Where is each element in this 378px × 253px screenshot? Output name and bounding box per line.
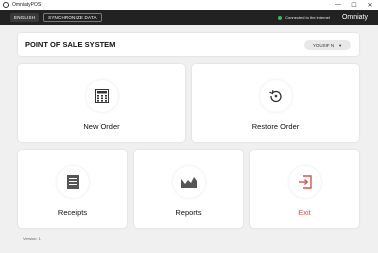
window-controls: — ☐ ✕ — [330, 0, 378, 10]
new-order-tile[interactable]: New Order — [18, 64, 185, 142]
window-title-bar: OmniatyPOS — ☐ ✕ — [0, 0, 378, 10]
version-text: Version: 1 — [23, 236, 41, 241]
maximize-button[interactable]: ☐ — [346, 0, 362, 10]
app-icon — [3, 2, 9, 8]
reports-label: Reports — [175, 208, 202, 217]
exit-icon — [298, 175, 312, 189]
user-dropdown[interactable]: YOUSIF N ▼ — [304, 40, 351, 50]
restore-order-label: Restore Order — [251, 122, 300, 131]
reports-tile[interactable]: Reports — [134, 150, 243, 228]
minimize-button[interactable]: — — [330, 0, 346, 10]
app-header: ENGLISH SYNCHRONIZE DATA Connected to th… — [0, 10, 378, 25]
page-header: POINT OF SALE SYSTEM YOUSIF N ▼ — [18, 33, 359, 56]
user-name: YOUSIF N — [312, 42, 335, 48]
status-dot-icon — [278, 15, 283, 20]
connection-status: Connected to the internet — [278, 10, 330, 25]
exit-label: Exit — [298, 208, 311, 217]
receipts-icon-circle — [56, 166, 89, 198]
language-button[interactable]: ENGLISH — [10, 13, 40, 22]
receipts-tile[interactable]: Receipts — [18, 150, 127, 228]
brand-logo: Omniaty — [341, 14, 368, 21]
restore-icon — [268, 90, 282, 103]
synchronize-data-button[interactable]: SYNCHRONIZE DATA — [43, 13, 102, 22]
page-title: POINT OF SALE SYSTEM — [25, 40, 116, 49]
window-title: OmniatyPOS — [12, 2, 42, 8]
exit-icon-circle — [288, 166, 321, 198]
close-button[interactable]: ✕ — [362, 0, 378, 10]
exit-tile[interactable]: Exit — [250, 150, 359, 228]
reports-icon-circle — [172, 166, 205, 198]
receipts-label: Receipts — [57, 208, 88, 217]
connection-status-text: Connected to the internet — [285, 15, 330, 20]
area-chart-icon — [180, 177, 197, 188]
restore-order-tile[interactable]: Restore Order — [192, 64, 359, 142]
receipt-icon — [66, 175, 79, 189]
new-order-label: New Order — [83, 122, 120, 131]
new-order-icon-circle — [85, 80, 118, 112]
calculator-icon — [94, 89, 109, 103]
caret-down-icon: ▼ — [338, 42, 343, 48]
restore-order-icon-circle — [259, 80, 292, 112]
